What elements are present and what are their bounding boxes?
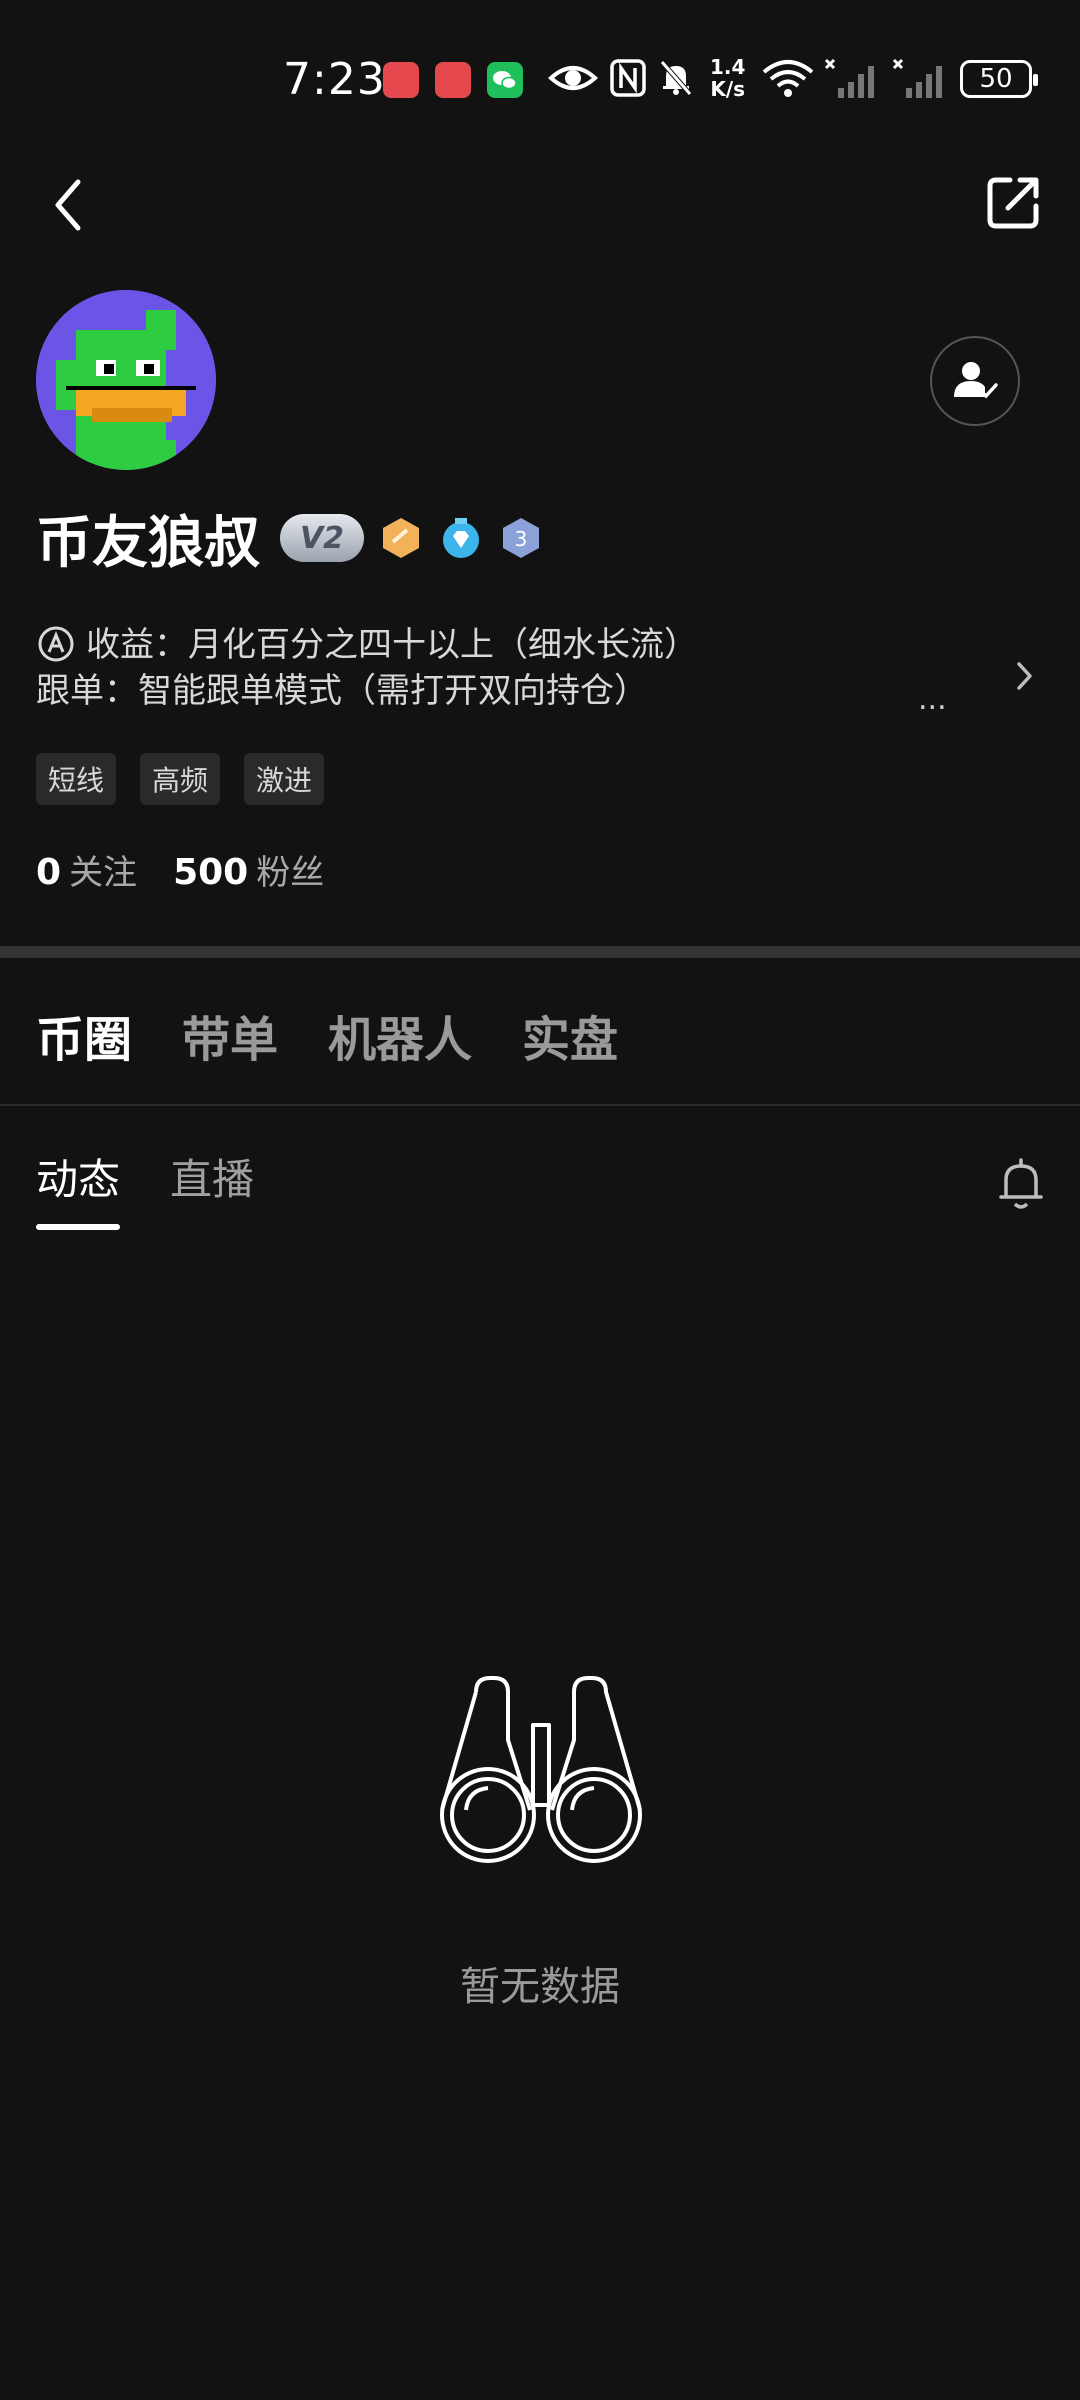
huawei-app-icon [435, 62, 471, 98]
tab-live-account[interactable]: 实盘 [522, 1000, 618, 1070]
binoculars-icon [440, 1676, 642, 1863]
nfc-icon [610, 59, 646, 97]
followers-count: 500 [173, 852, 249, 893]
gold-medal-icon[interactable] [378, 515, 424, 561]
share-button[interactable] [984, 172, 1044, 232]
tab-posts[interactable]: 动态 [36, 1146, 121, 1230]
follow-user-button[interactable] [930, 336, 1020, 426]
signal-icon-2 [892, 58, 942, 98]
bell-mute-icon [660, 60, 692, 96]
net-speed: 1.4 K/s [710, 56, 745, 100]
main-tabs: 币圈 带单 机器人 实盘 [36, 1000, 618, 1070]
section-divider [0, 946, 1080, 958]
user-check-icon [954, 362, 998, 399]
bio-text-1: 收益：月化百分之四十以上（细水长流） [86, 625, 698, 665]
signal-icon-1 [824, 58, 874, 98]
diamond-medal-icon[interactable] [438, 515, 484, 561]
followers-label: 粉丝 [256, 853, 325, 893]
net-speed-unit: K/s [710, 77, 746, 101]
auto-trade-icon [38, 626, 74, 662]
eye-icon [548, 66, 598, 90]
tab-coin-circle[interactable]: 币圈 [36, 1000, 132, 1070]
bell-icon[interactable] [996, 1156, 1046, 1212]
bio-line-1: 收益：月化百分之四十以上（细水长流） [36, 622, 1016, 668]
tag-item: 高频 [140, 753, 221, 805]
huawei-app-icon [383, 62, 419, 98]
following-count: 0 [36, 852, 62, 893]
empty-state-text: 暂无数据 [460, 1964, 620, 2010]
vip-badge[interactable]: V2 [280, 514, 364, 562]
tab-robot[interactable]: 机器人 [328, 1000, 472, 1070]
tag-item: 激进 [244, 753, 325, 805]
back-button[interactable] [44, 170, 94, 240]
wechat-icon [487, 62, 523, 98]
level-medal-icon[interactable]: 3 [498, 515, 544, 561]
tab-livestream[interactable]: 直播 [170, 1146, 254, 1207]
following-stat[interactable]: 0 关注 [36, 845, 137, 894]
chevron-right-icon[interactable] [1014, 656, 1036, 696]
followers-stat[interactable]: 500 粉丝 [173, 845, 324, 894]
status-bar: 7:23 1.4 K/s 50 [0, 0, 1080, 160]
profile-tags: 短线 高频 激进 [36, 753, 325, 805]
sub-tabs: 动态 直播 [36, 1146, 254, 1230]
bio-ellipsis: ... [918, 682, 947, 717]
status-time: 7:23 [283, 54, 386, 105]
profile-name-row: 币友狼叔 V2 3 [36, 496, 544, 580]
profile-stats: 0 关注 500 粉丝 [36, 845, 324, 894]
following-label: 关注 [69, 853, 138, 893]
profile-name: 币友狼叔 [36, 510, 260, 576]
bio-line-2: 跟单：智能跟单模式（需打开双向持仓） [36, 671, 648, 711]
tag-item: 短线 [36, 753, 117, 805]
medal-number: 3 [515, 527, 528, 551]
battery-indicator: 50 [960, 60, 1038, 98]
wifi-icon [762, 60, 814, 97]
profile-bio[interactable]: 收益：月化百分之四十以上（细水长流） 跟单：智能跟单模式（需打开双向持仓） [36, 622, 1016, 714]
net-speed-value: 1.4 [710, 55, 746, 79]
avatar[interactable] [36, 290, 216, 470]
duck-avatar-image [36, 290, 216, 470]
tabs-divider [0, 1104, 1080, 1106]
tab-copy-trading[interactable]: 带单 [182, 1000, 278, 1070]
